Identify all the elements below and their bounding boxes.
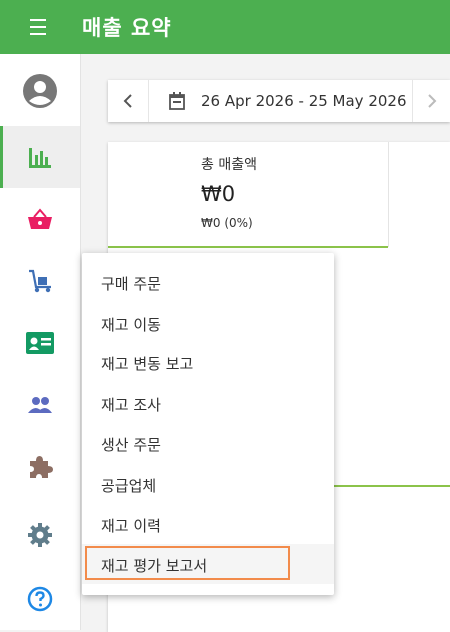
sidebar-item-addons[interactable] <box>0 436 80 498</box>
sidebar-item-inventory[interactable] <box>0 250 80 312</box>
active-indicator <box>0 126 3 188</box>
dropdown-item[interactable]: 재고 변동 보고 <box>82 342 334 382</box>
inventory-dropdown-menu: 구매 주문재고 이동재고 변동 보고재고 조사생산 주문공급업체재고 이력재고 … <box>82 253 334 595</box>
dropdown-item[interactable]: 생산 주문 <box>82 423 334 463</box>
sidebar-item-reports[interactable] <box>0 126 80 188</box>
dropdown-item[interactable]: 재고 조사 <box>82 383 334 423</box>
dropdown-item-label: 재고 조사 <box>101 396 161 414</box>
dropdown-item[interactable]: 구매 주문 <box>82 262 334 302</box>
dropdown-item-label: 공급업체 <box>101 477 157 495</box>
gear-icon <box>28 523 52 547</box>
dropdown-item-label: 재고 이동 <box>101 316 161 334</box>
sidebar-item-account[interactable] <box>0 60 80 122</box>
id-card-icon <box>26 332 54 354</box>
sidebar-item-users[interactable] <box>0 374 80 436</box>
page-title: 매출 요약 <box>82 16 172 40</box>
dropdown-item[interactable]: 재고 이동 <box>82 303 334 343</box>
highlight-outline <box>85 546 290 580</box>
help-circle-icon <box>27 586 53 612</box>
app-bar: 매출 요약 <box>0 0 450 54</box>
shopping-basket-icon <box>28 208 52 229</box>
dropdown-item-label: 생산 주문 <box>101 436 161 454</box>
dropdown-item[interactable]: 재고 평가 보고서 <box>82 544 334 584</box>
sidebar-item-sales[interactable] <box>0 188 80 250</box>
dropdown-item-label: 구매 주문 <box>101 275 161 293</box>
dropdown-item-label: 재고 변동 보고 <box>101 355 194 373</box>
next-period-button[interactable] <box>412 80 450 122</box>
people-icon <box>28 397 52 413</box>
sidebar <box>0 54 81 630</box>
hamburger-menu-icon[interactable] <box>24 15 50 39</box>
date-range-label[interactable]: 26 Apr 2026 - 25 May 2026 <box>201 92 407 110</box>
calendar-icon <box>169 92 185 110</box>
dropdown-item-label: 재고 이력 <box>101 517 161 535</box>
dropdown-item[interactable]: 공급업체 <box>82 464 334 504</box>
chevron-left-icon <box>123 94 132 108</box>
dropdown-item[interactable]: 재고 이력 <box>82 504 334 544</box>
chevron-right-icon <box>428 94 437 108</box>
sidebar-item-contacts[interactable] <box>0 312 80 374</box>
previous-period-button[interactable] <box>108 80 149 122</box>
sidebar-item-help[interactable] <box>0 568 80 630</box>
warehouse-dolly-icon <box>29 269 51 293</box>
date-range-picker: 26 Apr 2026 - 25 May 2026 <box>108 80 450 122</box>
puzzle-icon <box>30 456 53 478</box>
bar-chart-icon <box>29 148 51 168</box>
account-circle-icon <box>23 74 57 108</box>
sidebar-item-settings[interactable] <box>0 504 80 566</box>
